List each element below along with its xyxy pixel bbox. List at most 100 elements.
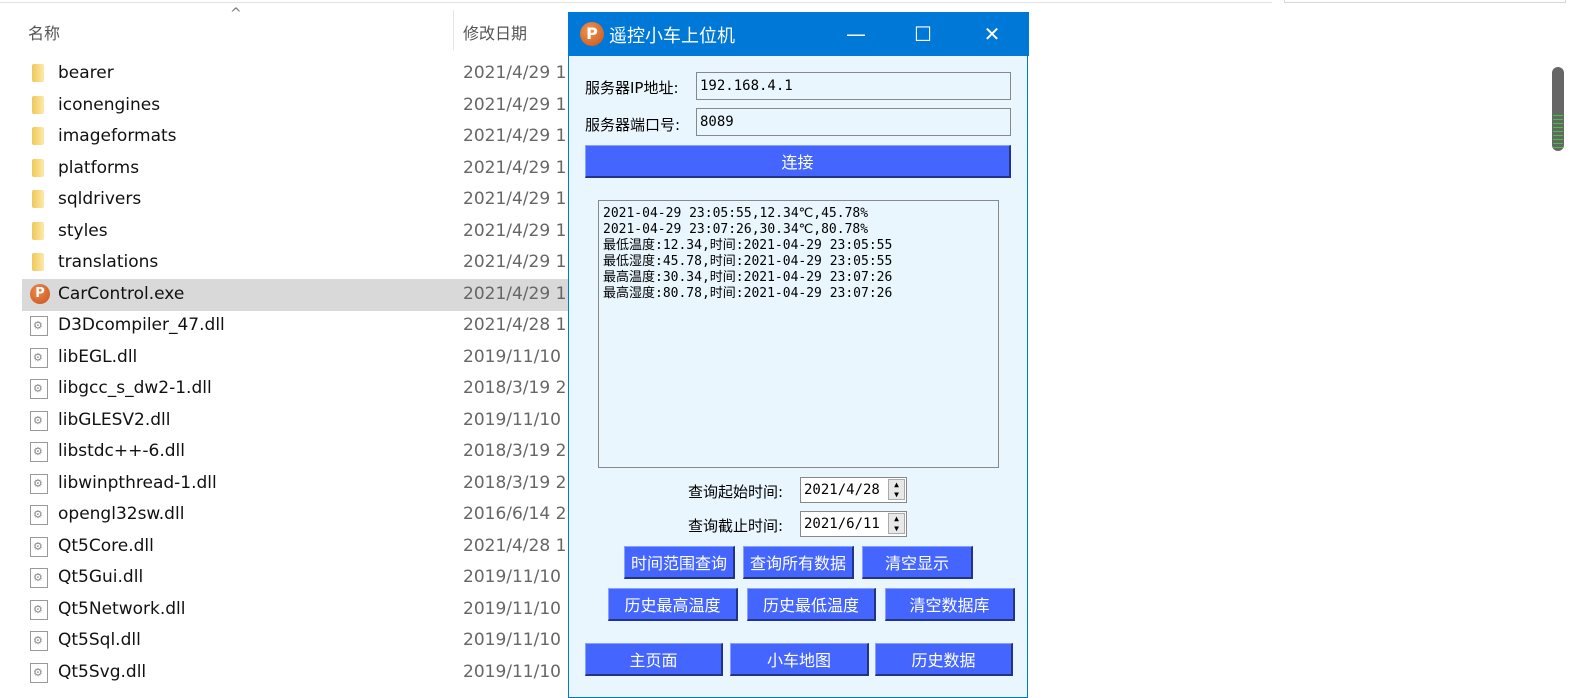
file-row[interactable]: sqldrivers 2021/4/29 1 <box>22 184 568 216</box>
file-name: platforms <box>58 157 140 178</box>
file-row[interactable]: styles 2021/4/29 1 <box>22 216 568 248</box>
file-name: imageformats <box>58 126 177 146</box>
file-name: Qt5Core.dll <box>58 535 154 556</box>
file-name: opengl32sw.dll <box>58 504 185 524</box>
file-date: 2019/11/10 <box>463 661 561 682</box>
folder-icon <box>32 221 44 240</box>
spin-arrows-icon[interactable]: ▲ ▼ <box>888 513 905 534</box>
port-input[interactable]: 8089 <box>696 108 1011 136</box>
end-date-spinbox[interactable]: 2021/6/11 ▲ ▼ <box>800 511 907 537</box>
file-row[interactable]: translations 2021/4/29 1 <box>22 247 568 279</box>
log-line: 最低温度:12.34,时间:2021-04-29 23:05:55 <box>603 238 893 253</box>
title-bar[interactable]: P 遥控小车上位机 — ☐ ✕ <box>569 12 1029 56</box>
start-time-label: 查询起始时间: <box>688 483 784 501</box>
log-display[interactable]: 2021-04-29 23:05:55,12.34℃,45.78% 2021-04… <box>598 200 999 468</box>
dll-file-icon <box>30 662 48 683</box>
folder-icon <box>32 95 44 114</box>
start-date-value: 2021/4/28 <box>804 482 880 498</box>
file-row[interactable]: Qt5Gui.dll 2019/11/10 <box>22 562 568 594</box>
query-all-button[interactable]: 查询所有数据 <box>743 546 854 579</box>
log-line: 最高湿度:80.78,时间:2021-04-29 23:07:26 <box>603 286 893 301</box>
minimize-icon[interactable]: — <box>833 18 879 50</box>
column-header-modified[interactable]: 修改日期 <box>463 20 527 44</box>
file-name: CarControl.exe <box>58 283 185 304</box>
window-title: 遥控小车上位机 <box>609 26 735 47</box>
port-label: 服务器端口号: <box>585 116 681 134</box>
log-line: 最低湿度:45.78,时间:2021-04-29 23:05:55 <box>603 254 893 269</box>
file-row[interactable]: Qt5Svg.dll 2019/11/10 <box>22 657 568 689</box>
file-row[interactable]: D3Dcompiler_47.dll 2021/4/28 1 <box>22 310 568 342</box>
dll-file-icon <box>30 536 48 557</box>
file-row[interactable]: bearer 2021/4/29 1 <box>22 58 568 90</box>
file-row[interactable]: libGLESV2.dll 2019/11/10 <box>22 405 568 437</box>
dll-file-icon <box>30 631 48 651</box>
file-name: libwinpthread-1.dll <box>58 472 217 493</box>
dll-file-icon <box>30 568 48 588</box>
file-date: 2021/4/29 1 <box>463 94 567 115</box>
history-min-temp-button[interactable]: 历史最低温度 <box>747 588 876 621</box>
range-query-button[interactable]: 时间范围查询 <box>624 546 735 579</box>
file-name: iconengines <box>58 94 161 115</box>
file-date: 2019/11/10 <box>463 346 561 367</box>
log-line: 2021-04-29 23:07:26,30.34℃,80.78% <box>603 222 869 237</box>
file-name: libgcc_s_dw2-1.dll <box>58 378 212 398</box>
column-header-name[interactable]: 名称 <box>28 20 60 44</box>
file-date: 2021/4/29 1 <box>463 283 567 304</box>
file-name: Qt5Gui.dll <box>58 567 144 587</box>
file-row[interactable]: Qt5Sql.dll 2019/11/10 <box>22 625 568 657</box>
dll-file-icon <box>30 473 48 494</box>
app-window: P 遥控小车上位机 — ☐ ✕ 服务器IP地址: 192.168.4.1 服务器… <box>568 12 1029 698</box>
file-date: 2021/4/29 1 <box>463 252 567 272</box>
nav-history-button[interactable]: 历史数据 <box>875 643 1013 676</box>
file-name: translations <box>58 252 159 272</box>
file-date: 2018/3/19 2 <box>463 472 567 493</box>
file-date: 2021/4/28 1 <box>463 315 567 335</box>
file-row[interactable]: Qt5Core.dll 2021/4/28 1 <box>22 531 568 563</box>
column-divider[interactable] <box>453 10 454 50</box>
dll-file-icon <box>30 410 48 431</box>
log-line: 最高温度:30.34,时间:2021-04-29 23:07:26 <box>603 270 893 285</box>
clear-display-button[interactable]: 清空显示 <box>862 546 973 579</box>
file-date: 2018/3/19 2 <box>463 441 567 461</box>
sort-ascending-icon: ^ <box>230 6 242 22</box>
search-box[interactable] <box>1284 0 1566 3</box>
nav-car-map-button[interactable]: 小车地图 <box>730 643 869 676</box>
file-row[interactable]: libwinpthread-1.dll 2018/3/19 2 <box>22 468 568 500</box>
ip-label: 服务器IP地址: <box>585 79 679 97</box>
file-row[interactable]: P CarControl.exe 2021/4/29 1 <box>22 278 568 311</box>
file-row[interactable]: libstdc++-6.dll 2018/3/19 2 <box>22 436 568 468</box>
dll-file-icon <box>30 442 48 462</box>
folder-icon <box>32 64 44 82</box>
file-date: 2019/11/10 <box>463 409 561 430</box>
folder-icon <box>32 158 44 177</box>
file-date: 2018/3/19 2 <box>463 378 567 398</box>
file-name: sqldrivers <box>58 189 142 209</box>
file-name: libstdc++-6.dll <box>58 441 185 461</box>
connect-button[interactable]: 连接 <box>585 145 1011 178</box>
file-name: D3Dcompiler_47.dll <box>58 315 225 335</box>
start-date-spinbox[interactable]: 2021/4/28 ▲ ▼ <box>800 477 907 503</box>
file-row[interactable]: libEGL.dll 2019/11/10 <box>22 342 568 374</box>
folder-icon <box>32 127 44 145</box>
file-row[interactable]: Qt5Network.dll 2019/11/10 <box>22 594 568 626</box>
app-logo-icon: P <box>580 22 604 46</box>
file-row[interactable]: libgcc_s_dw2-1.dll 2018/3/19 2 <box>22 373 568 405</box>
end-date-value: 2021/6/11 <box>804 516 880 532</box>
log-line: 2021-04-29 23:05:55,12.34℃,45.78% <box>603 206 869 221</box>
file-row[interactable]: imageformats 2021/4/29 1 <box>22 121 568 153</box>
close-icon[interactable]: ✕ <box>969 18 1015 50</box>
nav-home-button[interactable]: 主页面 <box>585 643 723 676</box>
file-row[interactable]: iconengines 2021/4/29 1 <box>22 90 568 122</box>
file-row[interactable]: opengl32sw.dll 2016/6/14 2 <box>22 499 568 531</box>
history-max-temp-button[interactable]: 历史最高温度 <box>608 588 738 621</box>
spin-arrows-icon[interactable]: ▲ ▼ <box>888 479 905 500</box>
maximize-icon[interactable]: ☐ <box>900 18 946 50</box>
file-name: Qt5Network.dll <box>58 598 186 619</box>
file-date: 2021/4/29 1 <box>463 126 567 146</box>
clear-database-button[interactable]: 清空数据库 <box>885 588 1015 621</box>
file-row[interactable]: platforms 2021/4/29 1 <box>22 153 568 185</box>
file-date: 2016/6/14 2 <box>463 504 567 524</box>
explorer-top-border <box>0 2 1272 3</box>
ip-input[interactable]: 192.168.4.1 <box>696 72 1011 100</box>
scrollbar-thumb[interactable] <box>1552 67 1564 151</box>
